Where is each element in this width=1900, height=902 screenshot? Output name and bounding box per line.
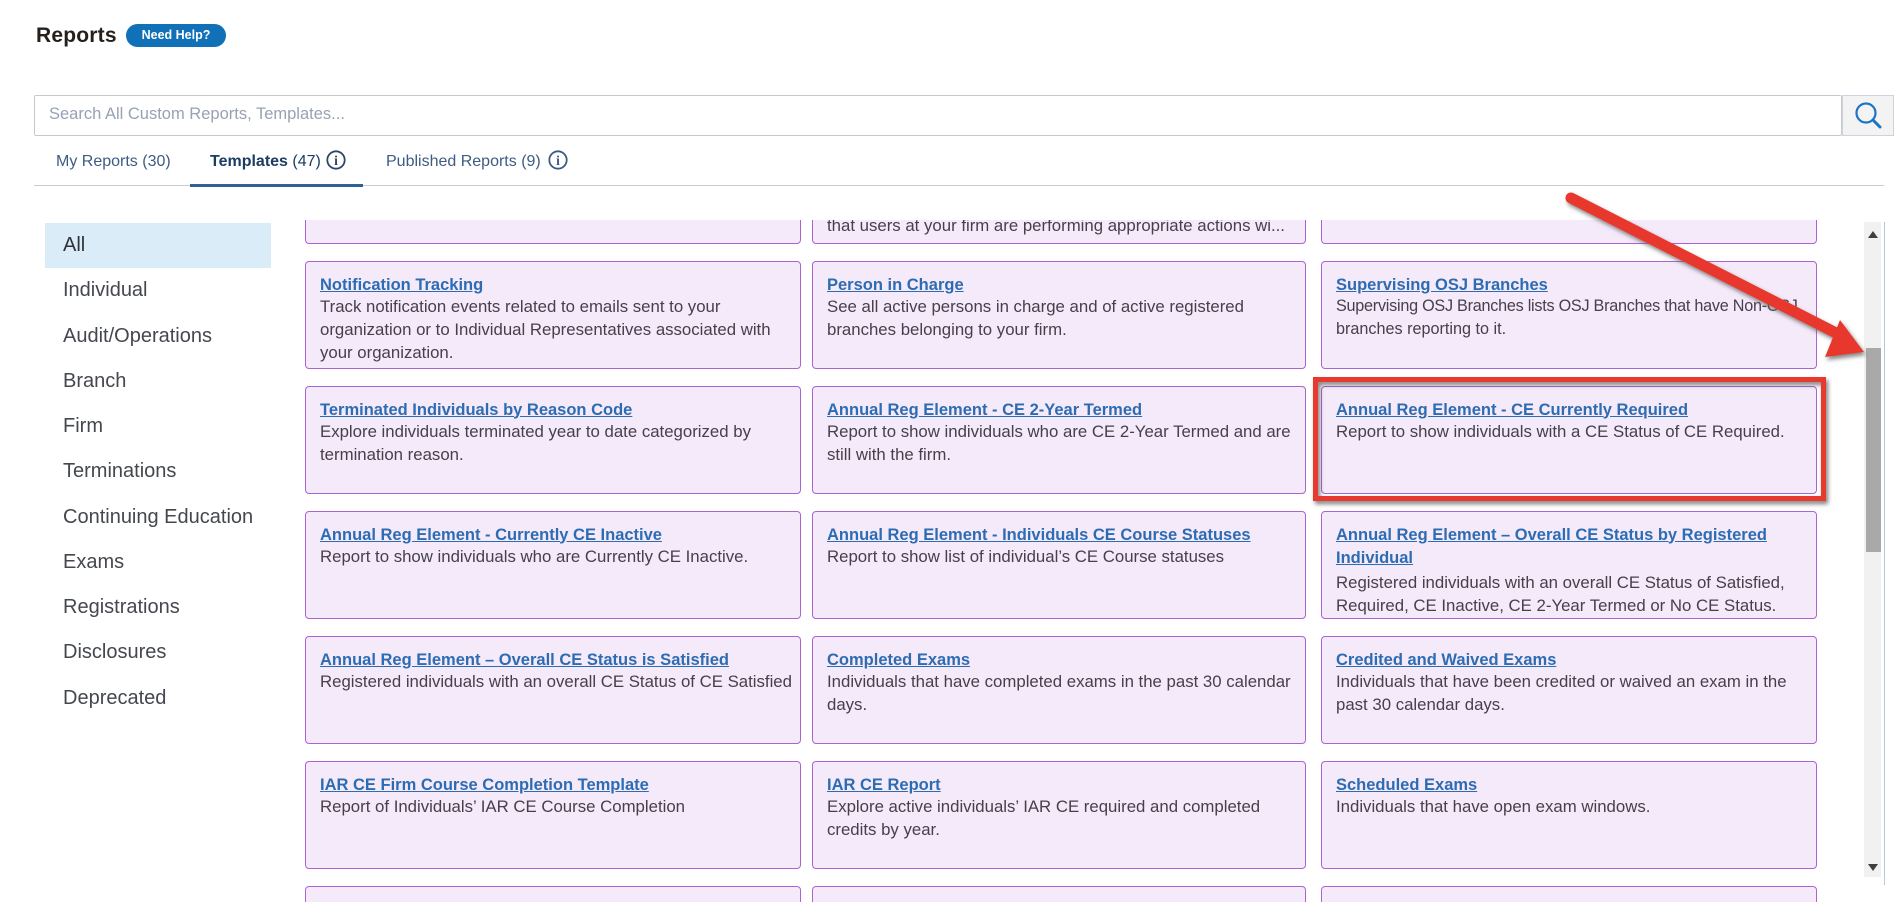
svg-text:i: i [334, 153, 338, 168]
svg-text:i: i [556, 153, 560, 168]
